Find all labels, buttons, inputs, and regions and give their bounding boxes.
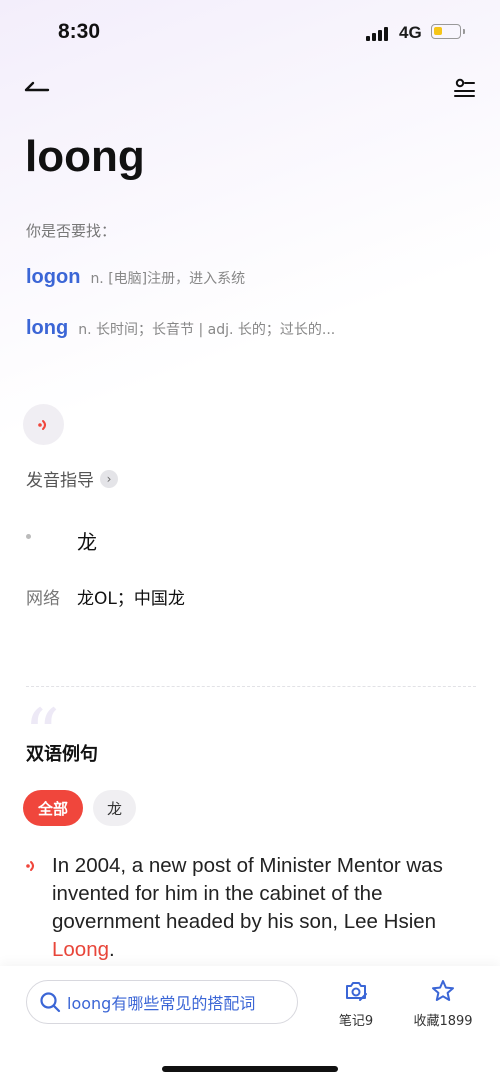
favorite-label: 收藏1899 — [413, 1014, 473, 1029]
example-sentence: In 2004, a new post of Minister Mentor w… — [52, 852, 472, 964]
star-icon — [432, 980, 454, 1001]
definition-text: 龙 — [77, 530, 97, 554]
battery-level — [434, 27, 442, 35]
suggestion-definition: n. 长时间；长音节 | adj. 长的；过长的... — [78, 322, 336, 338]
battery-icon — [431, 24, 465, 39]
play-audio-button[interactable] — [23, 404, 64, 445]
example-sentence-text: In 2004, a new post of Minister Mentor w… — [52, 854, 443, 933]
speaker-wave-icon[interactable] — [24, 858, 40, 874]
signal-strength-icon — [366, 27, 392, 41]
examples-section-title: 双语例句 — [26, 744, 98, 765]
network-meaning-value: 龙OL；中国龙 — [77, 589, 185, 609]
notes-label: 笔记9 — [338, 1014, 374, 1029]
bottom-bar: loong有哪些常见的搭配词 笔记9 收藏1899 — [0, 966, 500, 1082]
status-bar: 8:30 4G — [0, 0, 500, 66]
search-icon — [40, 992, 61, 1013]
search-placeholder: loong有哪些常见的搭配词 — [67, 994, 256, 1013]
section-divider — [26, 686, 476, 687]
suggestion-definition: n. [电脑]注册，进入系统 — [90, 271, 246, 287]
network-meaning-label: 网络 — [26, 589, 60, 609]
filter-settings-icon[interactable] — [452, 76, 476, 100]
status-time: 8:30 — [58, 20, 101, 43]
chevron-right-icon: › — [100, 469, 118, 488]
word-title: loong — [25, 132, 145, 181]
search-input[interactable]: loong有哪些常见的搭配词 — [26, 980, 298, 1024]
camera-edit-icon — [346, 982, 367, 1001]
example-highlight-word: Loong — [52, 938, 110, 961]
did-you-mean-label: 你是否要找： — [26, 222, 117, 240]
bullet-dot — [26, 534, 31, 539]
pronunciation-guide-label: 发音指导 — [26, 471, 94, 491]
suggestion-word[interactable]: logon — [26, 266, 80, 289]
network-type: 4G — [399, 23, 422, 42]
filter-chip-long[interactable]: 龙 — [93, 790, 136, 826]
example-sentence-end: . — [109, 938, 115, 961]
speaker-wave-icon — [37, 419, 46, 430]
suggestion-item[interactable]: logon n. [电脑]注册，进入系统 — [26, 266, 245, 289]
notes-button[interactable]: 笔记9 — [335, 978, 377, 1029]
favorite-button[interactable]: 收藏1899 — [412, 978, 474, 1029]
filter-chip-all[interactable]: 全部 — [23, 790, 83, 826]
home-indicator[interactable] — [162, 1066, 338, 1072]
pronunciation-guide-link[interactable]: 发音指导 › — [26, 466, 118, 491]
back-arrow-icon[interactable] — [24, 78, 52, 98]
suggestion-item[interactable]: long n. 长时间；长音节 | adj. 长的；过长的... — [26, 317, 335, 340]
suggestion-word[interactable]: long — [26, 317, 68, 340]
